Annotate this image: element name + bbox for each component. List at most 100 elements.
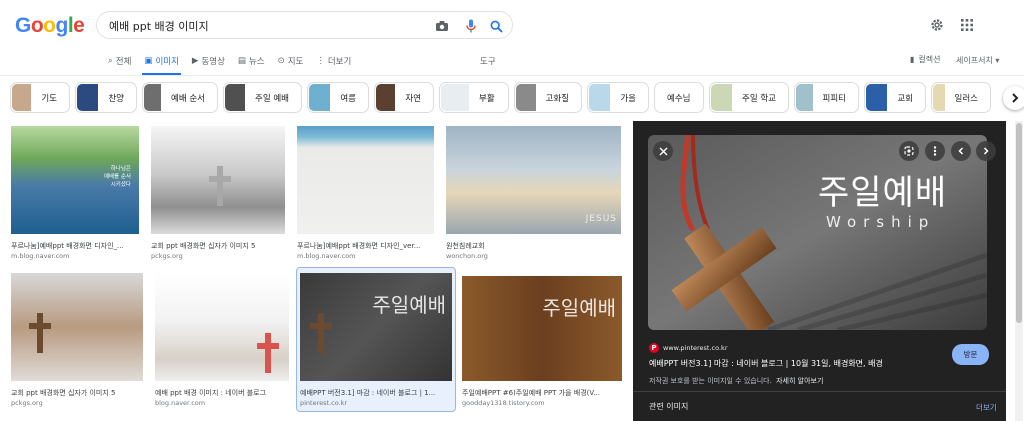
- result-source[interactable]: goodday1318.tistory.com: [462, 399, 545, 407]
- chevron-left-icon[interactable]: [951, 141, 971, 161]
- chip-thumbnail: [144, 84, 162, 111]
- chip-label: 주일 학교: [742, 93, 776, 104]
- result-title[interactable]: 원천침례교회: [446, 241, 621, 251]
- related-chip[interactable]: 예배 순서: [142, 82, 218, 113]
- chip-label: 여름: [340, 93, 356, 104]
- tab-images[interactable]: ▣ 이미지: [142, 50, 181, 75]
- video-icon: ▶: [191, 56, 199, 66]
- result-thumbnail[interactable]: 주일예배: [462, 276, 622, 381]
- result-title[interactable]: 푸르나눔]예배ppt 배경화면 디자인_...: [11, 241, 139, 251]
- result-title[interactable]: 예배PPT 버전3.1] 마감 : 네이버 블로그 | 1...: [300, 388, 452, 398]
- google-logo[interactable]: Google: [15, 14, 85, 38]
- chip-thumbnail: [589, 84, 611, 111]
- tab-more[interactable]: ⋮ 더보기: [316, 50, 351, 72]
- related-more-link[interactable]: 더보기: [976, 402, 997, 413]
- related-chip[interactable]: 피피티: [794, 82, 859, 113]
- result-thumbnail[interactable]: 주일예배: [300, 273, 452, 381]
- tab-label: 지도: [287, 57, 304, 67]
- header-divider: [0, 75, 1024, 76]
- image-result[interactable]: 예배 ppt 배경 이미지 : 네이버 블로그 blog.naver.com: [155, 273, 289, 411]
- related-chip[interactable]: 여름: [307, 82, 369, 113]
- chip-label: 예수님: [667, 93, 691, 104]
- result-thumbnail[interactable]: [11, 273, 143, 381]
- image-result[interactable]: 주일예배예배PPT 버전3.1] 마감 : 네이버 블로그 | 1... pint…: [300, 273, 452, 411]
- search-box[interactable]: [96, 11, 513, 39]
- result-thumbnail[interactable]: JESUS: [446, 126, 621, 234]
- result-source[interactable]: pckgs.org: [151, 252, 183, 260]
- camera-icon[interactable]: [433, 17, 451, 35]
- visit-button[interactable]: 방문: [952, 344, 989, 365]
- apps-grid-icon[interactable]: [958, 16, 976, 34]
- chip-label: 가을: [620, 93, 636, 104]
- related-chip[interactable]: 자연: [374, 82, 434, 113]
- thumbnail-overlay-text: JESUS: [585, 214, 617, 224]
- result-source[interactable]: wonchon.org: [446, 252, 488, 260]
- tab-maps[interactable]: ⊙ 지도: [278, 50, 304, 72]
- result-thumbnail[interactable]: [155, 273, 289, 381]
- image-result[interactable]: JESUS 원천침례교회 wonchon.org: [446, 126, 621, 264]
- logo-letter: e: [73, 14, 85, 37]
- chip-label: 찬양: [108, 93, 124, 104]
- chip-label: 예배 순서: [171, 93, 205, 104]
- cross-shape: [310, 313, 332, 353]
- scrollbar[interactable]: [1015, 121, 1023, 421]
- result-title[interactable]: 교회 ppt 배경화면 십자가 이미지 5: [11, 388, 143, 398]
- image-result[interactable]: 주일예배주일예배PPT #6)주일예배 PPT 가을 배경(V... goodda…: [462, 276, 622, 411]
- result-title[interactable]: 주일예배PPT #6)주일예배 PPT 가을 배경(V...: [462, 388, 622, 398]
- related-chip[interactable]: 주일 예배: [223, 82, 302, 113]
- result-source[interactable]: blog.naver.com: [155, 399, 205, 407]
- related-chip[interactable]: 찬양: [75, 82, 137, 113]
- chip-thumbnail: [711, 84, 733, 111]
- tab-label: 동영상: [201, 57, 225, 67]
- close-icon[interactable]: [653, 141, 673, 161]
- result-source[interactable]: m.blog.naver.com: [11, 252, 69, 260]
- related-chip[interactable]: 주일 학교: [709, 82, 789, 113]
- microphone-icon[interactable]: [462, 17, 480, 35]
- tab-all[interactable]: ⌕ 전체: [108, 50, 131, 72]
- preview-title[interactable]: 예배PPT 버전3.1] 마감 : 네이버 블로그 | 10월 31일, 배경화…: [649, 358, 883, 369]
- image-result[interactable]: 하나님은 예배를 순서 시키셨다푸르나눔]예배ppt 배경화면 디자인_... m…: [11, 126, 139, 264]
- chevron-right-icon[interactable]: [976, 141, 996, 161]
- related-chip[interactable]: 부활: [439, 82, 509, 113]
- related-chip[interactable]: 기도: [10, 82, 70, 113]
- lens-search-icon[interactable]: [899, 141, 919, 161]
- collections-button[interactable]: ▮ 컬렉션: [910, 54, 941, 65]
- search-icon[interactable]: [487, 17, 505, 35]
- preview-source[interactable]: P www.pinterest.co.kr: [649, 343, 728, 353]
- image-result[interactable]: 교회 ppt 배경화면 십자가 이미지 5 pckgs.org: [151, 126, 285, 264]
- image-result[interactable]: 푸르나눔]예배ppt 배경화면 디자인_ver... m.blog.naver.c…: [297, 126, 434, 264]
- result-source[interactable]: pinterest.co.kr: [300, 399, 347, 407]
- safesearch-button[interactable]: 세이프서치 ▾: [956, 55, 999, 66]
- result-source[interactable]: m.blog.naver.com: [297, 252, 355, 260]
- safesearch-label: 세이프서치: [956, 56, 993, 65]
- result-thumbnail[interactable]: [151, 126, 285, 234]
- related-chip[interactable]: 가을: [587, 82, 649, 113]
- chip-thumbnail: [376, 84, 396, 111]
- tools-button[interactable]: 도구: [480, 55, 496, 67]
- logo-letter: g: [55, 14, 69, 37]
- chip-label: 교회: [897, 93, 913, 104]
- related-chip[interactable]: 고화질: [514, 82, 582, 113]
- settings-gear-icon[interactable]: [928, 16, 946, 34]
- panel-divider: [633, 391, 1006, 392]
- scrollbar-thumb[interactable]: [1016, 123, 1022, 323]
- result-thumbnail[interactable]: 하나님은 예배를 순서 시키셨다: [11, 126, 139, 234]
- result-title[interactable]: 예배 ppt 배경 이미지 : 네이버 블로그: [155, 388, 289, 398]
- chevron-right-icon[interactable]: [1003, 86, 1024, 110]
- result-title[interactable]: 교회 ppt 배경화면 십자가 이미지 5: [151, 241, 285, 251]
- result-source[interactable]: pckgs.org: [11, 399, 43, 407]
- image-result[interactable]: 교회 ppt 배경화면 십자가 이미지 5 pckgs.org: [11, 273, 143, 411]
- result-thumbnail[interactable]: [297, 126, 434, 234]
- related-chip[interactable]: 교회: [864, 82, 926, 113]
- more-vert-icon[interactable]: [925, 141, 945, 161]
- search-input[interactable]: [109, 17, 429, 35]
- tab-videos[interactable]: ▶ 동영상: [192, 50, 225, 72]
- learn-more-link[interactable]: 자세히 알아보기: [776, 377, 823, 385]
- preview-main-text: 주일예배: [818, 173, 948, 213]
- related-chip[interactable]: 예수님: [654, 82, 704, 113]
- related-chip[interactable]: 일러스: [931, 82, 991, 113]
- tab-news[interactable]: ▤ 뉴스: [238, 50, 265, 72]
- tab-label: 뉴스: [248, 57, 265, 67]
- result-title[interactable]: 푸르나눔]예배ppt 배경화면 디자인_ver...: [297, 241, 434, 251]
- cross-shape: [209, 166, 231, 206]
